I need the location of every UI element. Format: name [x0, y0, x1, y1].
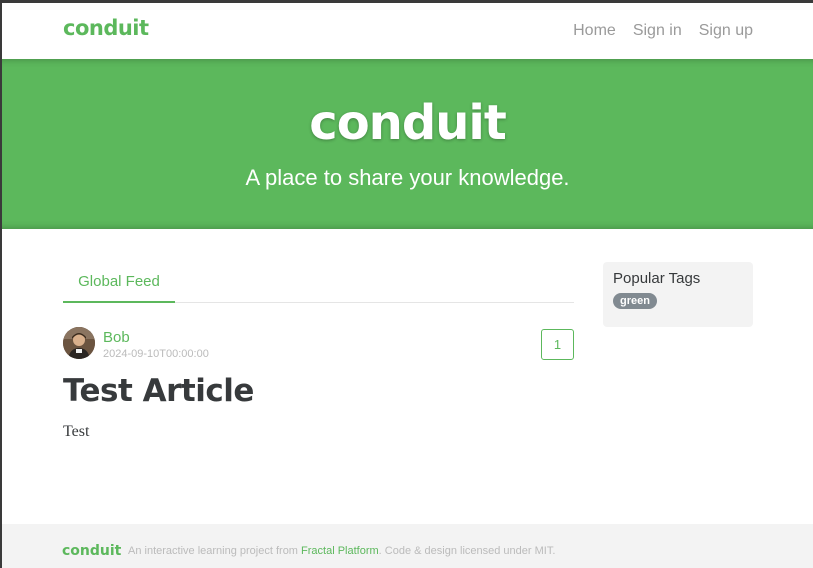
avatar-image: [63, 327, 95, 359]
article-date: 2024-09-10T00:00:00: [103, 348, 209, 360]
article-title[interactable]: Test Article: [63, 373, 254, 409]
nav-links: Home Sign in Sign up: [573, 22, 753, 40]
footer-brand[interactable]: conduit: [62, 543, 121, 559]
feed-toggle: Global Feed: [63, 265, 574, 303]
brand-logo[interactable]: conduit: [63, 16, 149, 40]
favorite-button[interactable]: 1: [541, 329, 574, 360]
tag-pill[interactable]: green: [613, 293, 657, 309]
footer-link[interactable]: Fractal Platform: [301, 545, 379, 557]
navbar: conduit Home Sign in Sign up: [2, 3, 813, 59]
banner: conduit A place to share your knowledge.: [2, 59, 813, 229]
popular-tags-sidebar: Popular Tags green: [603, 262, 753, 327]
footer-text-after: . Code & design licensed under MIT.: [378, 545, 556, 557]
article-description[interactable]: Test: [63, 423, 89, 441]
app-window: conduit Home Sign in Sign up conduit A p…: [0, 0, 813, 568]
nav-home-link[interactable]: Home: [573, 22, 616, 40]
nav-sign-up-link[interactable]: Sign up: [699, 22, 753, 40]
sidebar-title: Popular Tags: [613, 270, 701, 287]
footer-attribution: An interactive learning project from Fra…: [128, 545, 555, 557]
nav-sign-in-link[interactable]: Sign in: [633, 22, 682, 40]
footer-text-before: An interactive learning project from: [128, 545, 302, 557]
banner-subtitle: A place to share your knowledge.: [245, 165, 570, 190]
footer: conduit An interactive learning project …: [2, 524, 813, 568]
article-author[interactable]: Bob: [103, 329, 130, 346]
banner-title: conduit: [309, 95, 507, 151]
author-avatar[interactable]: [63, 327, 95, 359]
tab-global-feed[interactable]: Global Feed: [63, 265, 175, 303]
